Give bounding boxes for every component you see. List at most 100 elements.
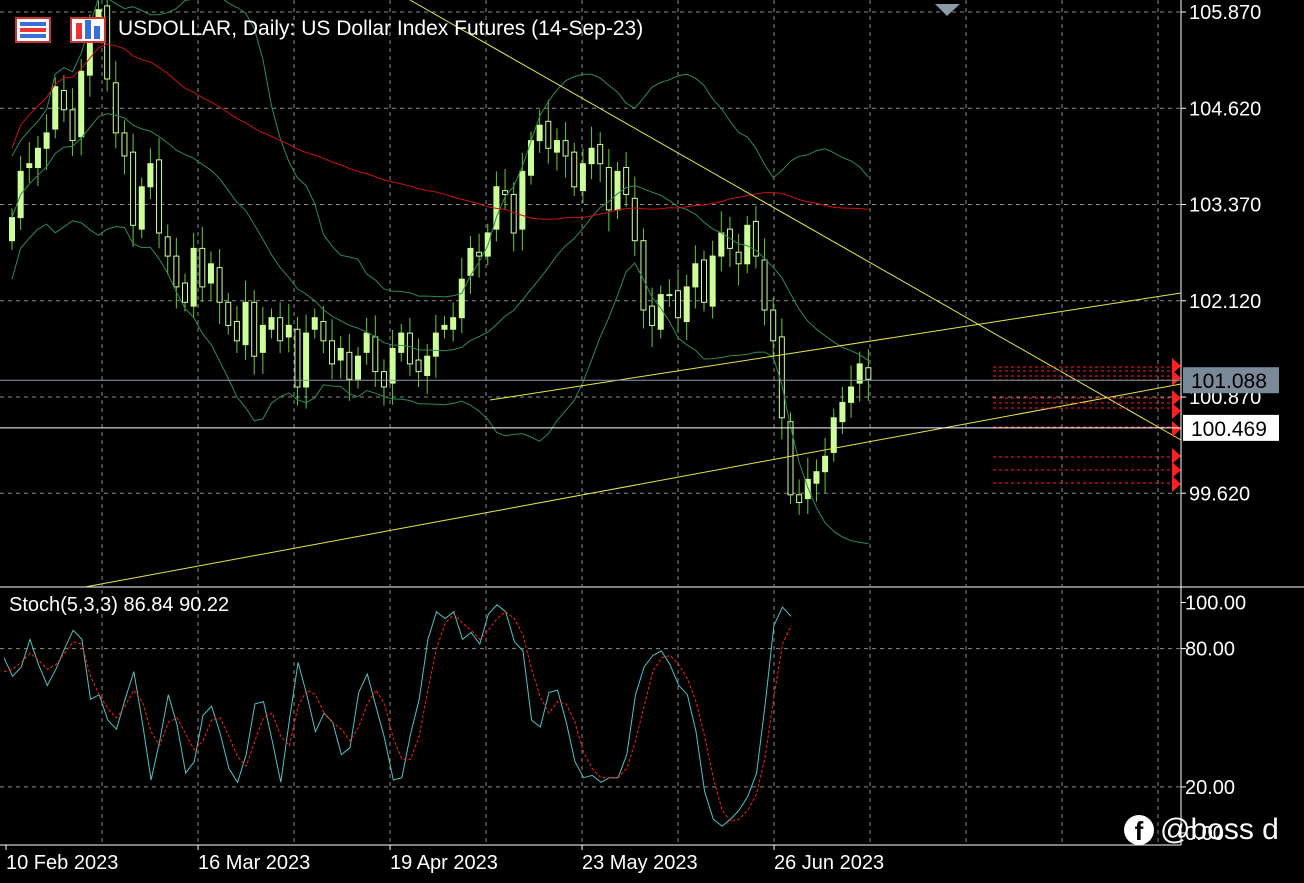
y-tick-label: 105.870 xyxy=(1189,2,1261,24)
candle-bull xyxy=(78,70,85,138)
candle-bull xyxy=(52,86,59,130)
candle-bear xyxy=(277,317,284,342)
candle-bull xyxy=(389,347,396,384)
candle-bull xyxy=(9,217,15,242)
candle-bear xyxy=(380,371,387,388)
candle-bear xyxy=(156,159,163,234)
candle-bear xyxy=(130,151,137,226)
candle-bull xyxy=(259,324,266,353)
candle-bear xyxy=(545,120,552,149)
candle-bull xyxy=(138,186,145,230)
stochastic-label: Stoch(5,3,3) 86.84 90.22 xyxy=(9,594,230,616)
candle-bear xyxy=(675,290,682,319)
candle-bull xyxy=(536,124,543,142)
candle-bull xyxy=(147,163,154,188)
candle-bear xyxy=(735,251,742,265)
candle-bull xyxy=(683,286,690,323)
candles-chart-icon[interactable] xyxy=(70,17,106,43)
x-tick-label: 16 Mar 2023 xyxy=(198,852,310,874)
candle-bear xyxy=(649,305,656,326)
candle-bear xyxy=(476,251,483,257)
candle-bull xyxy=(450,317,457,330)
candle-bull xyxy=(303,332,310,388)
candle-bull xyxy=(848,386,855,403)
candle-bear xyxy=(770,309,777,342)
candle-bull xyxy=(579,163,586,192)
candle-bear xyxy=(346,351,353,380)
candle-bear xyxy=(112,82,119,134)
candle-bear xyxy=(251,301,258,357)
candle-bull xyxy=(553,140,560,153)
candle-bear xyxy=(623,167,630,195)
bars-chart-icon[interactable] xyxy=(15,17,51,43)
x-tick-label: 23 May 2023 xyxy=(582,852,698,874)
candle-bull xyxy=(311,317,318,330)
candle-bull xyxy=(614,170,621,211)
candle-bear xyxy=(571,151,578,188)
candle-bull xyxy=(398,332,405,353)
candle-bear xyxy=(294,328,301,388)
y-tick-label: 99.620 xyxy=(1189,483,1250,505)
x-tick-label: 19 Apr 2023 xyxy=(390,852,498,874)
candle-bear xyxy=(199,247,206,288)
osc-y-tick-label: 20.00 xyxy=(1185,777,1235,799)
candle-bear xyxy=(701,259,707,303)
candle-bull xyxy=(813,471,820,484)
candle-bull xyxy=(666,294,673,297)
candle-bull xyxy=(26,163,33,169)
candle-bear xyxy=(761,259,768,311)
candle-bear xyxy=(415,359,422,373)
chart-title: USDOLLAR, Daily: US Dollar Index Futures… xyxy=(118,17,644,40)
candle-bear xyxy=(69,109,76,142)
candle-bull xyxy=(467,247,474,276)
x-tick-label: 26 Jun 2023 xyxy=(774,852,884,874)
candle-bull xyxy=(441,324,448,330)
candle-bull xyxy=(744,224,751,265)
osc-y-tick-label: 100.00 xyxy=(1185,593,1246,615)
candle-bear xyxy=(233,321,240,342)
candle-bull xyxy=(458,278,465,319)
price-label: 101.088 xyxy=(1191,370,1267,393)
candle-bear xyxy=(216,267,223,303)
candle-bull xyxy=(190,247,197,307)
candle-bear xyxy=(329,340,336,365)
candle-bull xyxy=(242,301,249,346)
watermark: f @boss d xyxy=(1124,812,1279,847)
candle-bear xyxy=(372,336,379,373)
y-tick-label: 103.370 xyxy=(1189,195,1261,217)
candle-bull xyxy=(43,132,50,149)
chart-background xyxy=(0,0,1304,883)
candle-bear xyxy=(631,197,638,242)
candle-bull xyxy=(830,417,837,453)
candle-bear xyxy=(60,90,67,111)
candle-bear xyxy=(605,167,612,211)
candle-bull xyxy=(285,324,292,338)
candle-bull xyxy=(657,294,664,330)
candle-bear xyxy=(320,321,327,342)
candle-bull xyxy=(692,263,699,288)
candle-bull xyxy=(432,332,439,357)
candle-bear xyxy=(164,236,171,257)
candle-bull xyxy=(709,255,716,307)
candle-bull xyxy=(822,455,829,473)
candle-bull xyxy=(355,355,361,380)
candle-bear xyxy=(597,143,604,165)
candle-bear xyxy=(182,282,188,303)
candle-bull xyxy=(718,232,725,257)
candle-bear xyxy=(796,494,803,503)
y-tick-label: 104.620 xyxy=(1189,98,1261,120)
candle-bull xyxy=(588,147,595,165)
candle-bear xyxy=(225,301,232,326)
candle-bull xyxy=(337,347,344,361)
candle-bear xyxy=(562,140,569,157)
candle-bull xyxy=(34,147,41,169)
chart-canvas[interactable]: 105.870104.620103.370102.120100.87099.62… xyxy=(0,0,1304,883)
candle-bull xyxy=(207,263,214,284)
candle-bull xyxy=(519,170,526,230)
candle-bear xyxy=(173,255,180,288)
x-tick-label: 10 Feb 2023 xyxy=(6,852,118,874)
candle-bull xyxy=(363,332,370,353)
candle-bear xyxy=(121,132,128,157)
y-tick-label: 102.120 xyxy=(1189,291,1261,313)
candle-bull xyxy=(839,401,846,423)
